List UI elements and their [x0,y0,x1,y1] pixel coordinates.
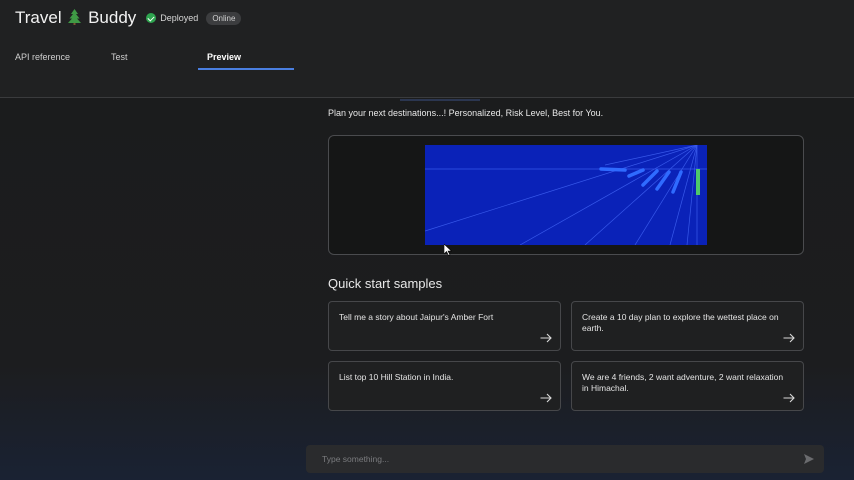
deploy-status-label: Deployed [160,13,199,23]
mouse-cursor-icon [444,244,452,256]
sample-card-3[interactable]: List top 10 Hill Station in India. [328,361,561,411]
tab-preview[interactable]: Preview [207,52,241,62]
sample-card-4[interactable]: We are 4 friends, 2 want adventure, 2 wa… [571,361,804,411]
sample-card-text: Tell me a story about Jaipur's Amber For… [339,312,494,322]
arrow-right-icon [783,333,795,343]
scroll-hint-line [400,99,480,101]
app-title: Travel Buddy [15,8,136,28]
tab-api-reference[interactable]: API reference [15,52,70,62]
check-circle-icon [146,13,157,23]
quick-start-title: Quick start samples [328,276,443,291]
title-row: Travel Buddy Deployed Online [15,6,242,30]
send-icon[interactable] [804,454,814,464]
app-title-part2: Buddy [88,8,137,27]
preview-tagline: Plan your next destinations...! Personal… [328,108,604,118]
deploy-status: Deployed [146,13,198,23]
app-title-part1: Travel [15,8,62,27]
sample-card-text: We are 4 friends, 2 want adventure, 2 wa… [582,372,784,393]
arrow-right-icon [783,393,795,403]
sample-card-1[interactable]: Tell me a story about Jaipur's Amber For… [328,301,561,351]
header-area: Travel Buddy Deployed Online API referen… [0,0,854,98]
message-input[interactable] [322,452,782,466]
active-tab-indicator [198,68,294,70]
hyperspace-banner-image [425,145,707,245]
status-badge: Online [206,11,242,25]
sample-card-text: List top 10 Hill Station in India. [339,372,454,382]
tab-test[interactable]: Test [111,52,128,62]
sample-card-2[interactable]: Create a 10 day plan to explore the wett… [571,301,804,351]
sample-card-text: Create a 10 day plan to explore the wett… [582,312,779,333]
arrow-right-icon [540,393,552,403]
tree-icon [68,9,82,25]
tab-bar: API reference Test Preview [0,46,300,70]
preview-banner [328,135,804,255]
arrow-right-icon [540,333,552,343]
message-composer [306,445,824,473]
